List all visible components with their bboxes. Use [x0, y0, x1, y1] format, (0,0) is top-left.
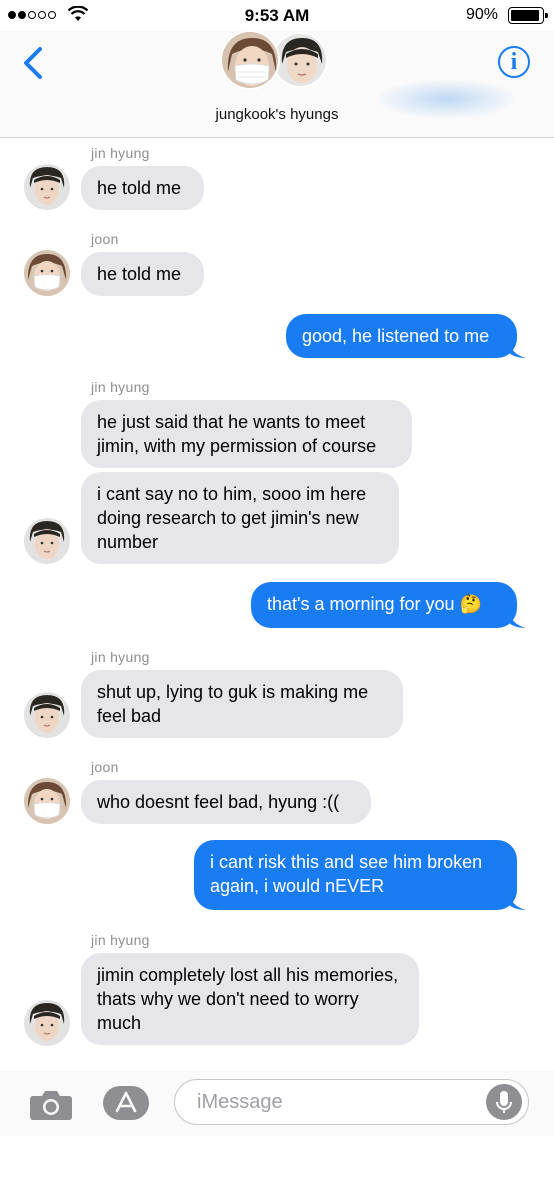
avatar-jin	[24, 518, 70, 564]
microphone-icon[interactable]	[486, 1084, 522, 1120]
message-bubble-received[interactable]: he just said that he wants to meet jimin…	[81, 400, 412, 468]
message-bubble-received[interactable]: he told me	[81, 166, 204, 210]
group-name[interactable]: jungkook's hyungs	[0, 106, 554, 123]
status-bar: 9:53 AM 90%	[0, 0, 554, 30]
battery-percent: 90%	[465, 6, 498, 23]
message-input-placeholder: iMessage	[197, 1091, 283, 1113]
bubble-tail	[508, 890, 526, 910]
camera-icon[interactable]	[30, 1088, 72, 1120]
message-bubble-received[interactable]: jimin completely lost all his memories, …	[81, 953, 419, 1045]
group-avatar-jin	[272, 32, 328, 88]
group-avatar-joon	[220, 30, 280, 90]
avatar-joon	[24, 778, 70, 824]
sender-label: jin hyung	[91, 379, 150, 395]
message-bubble-received[interactable]: he told me	[81, 252, 204, 296]
battery-icon	[508, 7, 548, 24]
group-avatars[interactable]	[220, 30, 332, 92]
message-input[interactable]: iMessage	[174, 1079, 529, 1125]
message-bubble-sent[interactable]: that's a morning for you 🤔	[251, 582, 517, 628]
avatar-jin	[24, 1000, 70, 1046]
sender-label: joon	[91, 759, 119, 775]
message-bubble-received[interactable]: i cant say no to him, sooo im here doing…	[81, 472, 399, 564]
sender-label: jin hyung	[91, 145, 150, 161]
sender-label: jin hyung	[91, 932, 150, 948]
message-bubble-sent[interactable]: i cant risk this and see him broken agai…	[194, 840, 517, 910]
compose-bar: iMessage	[0, 1070, 554, 1136]
info-icon[interactable]: i	[498, 46, 530, 78]
sender-label: joon	[91, 231, 119, 247]
sender-label: jin hyung	[91, 649, 150, 665]
message-bubble-received[interactable]: who doesnt feel bad, hyung :((	[81, 780, 371, 824]
message-bubble-sent[interactable]: good, he listened to me	[286, 314, 517, 358]
message-bubble-received[interactable]: shut up, lying to guk is making me feel …	[81, 670, 403, 738]
bubble-tail	[508, 608, 526, 628]
conversation-header: jungkook's hyungs i	[0, 30, 554, 138]
avatar-joon	[24, 250, 70, 296]
chevron-left-icon[interactable]	[20, 46, 50, 80]
bubble-tail	[508, 338, 526, 358]
app-store-icon[interactable]	[102, 1086, 150, 1120]
avatar-jin	[24, 692, 70, 738]
avatar-jin	[24, 164, 70, 210]
